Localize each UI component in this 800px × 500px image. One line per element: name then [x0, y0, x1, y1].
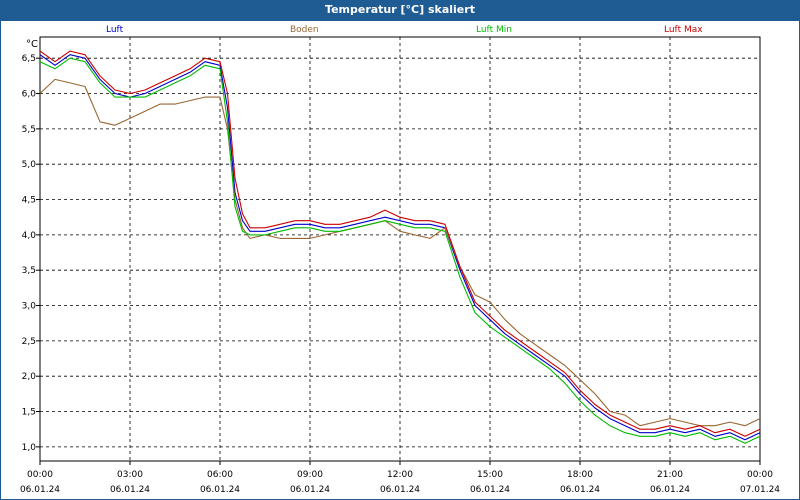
y-tick-label: 2,0	[22, 372, 37, 382]
x-tick-time: 12:00	[387, 470, 413, 480]
y-tick-label: 6,0	[22, 90, 37, 100]
x-tick-date: 06.01.24	[560, 485, 600, 495]
x-tick-date: 06.01.24	[470, 485, 510, 495]
x-tick-time: 06:00	[207, 470, 233, 480]
y-tick-label: 3,0	[22, 302, 37, 312]
y-tick-label: 3,5	[22, 266, 36, 276]
x-tick-date: 06.01.24	[290, 485, 330, 495]
x-tick-date: 06.01.24	[380, 485, 420, 495]
x-tick-time: 00:00	[747, 470, 773, 480]
x-tick-date: 06.01.24	[650, 485, 690, 495]
y-tick-label: 1,5	[22, 408, 36, 418]
y-tick-label: 2,5	[22, 337, 36, 347]
y-tick-label: 4,5	[22, 196, 36, 206]
line-chart: 1,0 1,5 2,0 2,5 3,0 3,5 4,0 4,5 5,0 5,5 6,0 6,5 00:0…	[20, 36, 780, 495]
x-tick-time: 18:00	[567, 470, 593, 480]
x-tick-date: 06.01.24	[110, 485, 150, 495]
x-tick-time: 15:00	[477, 470, 503, 480]
x-tick-date: 06.01.24	[200, 485, 240, 495]
y-tick-label: 4,0	[22, 231, 37, 241]
x-tick-date: 06.01.24	[20, 485, 60, 495]
x-tick-time: 00:00	[27, 470, 53, 480]
x-tick-time: 09:00	[297, 470, 323, 480]
x-tick-date: 07.01.24	[740, 485, 780, 495]
x-tick-time: 21:00	[657, 470, 683, 480]
y-tick-label: 6,5	[22, 54, 36, 64]
x-tick-time: 03:00	[117, 470, 143, 480]
y-tick-label: 5,5	[22, 125, 36, 135]
y-tick-label: 1,0	[22, 443, 37, 453]
y-tick-label: 5,0	[22, 160, 37, 170]
